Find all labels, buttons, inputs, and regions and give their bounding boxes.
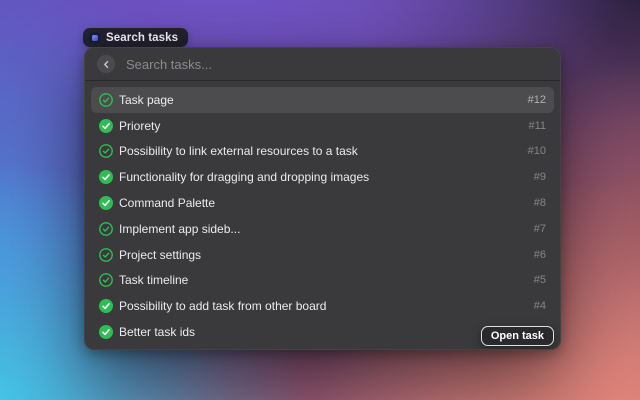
task-row[interactable]: Project settings #6 bbox=[91, 242, 554, 268]
task-row[interactable]: Command Palette #8 bbox=[91, 190, 554, 216]
check-circle-filled-icon bbox=[99, 299, 113, 313]
chevron-left-icon bbox=[102, 60, 111, 69]
task-id: #11 bbox=[528, 120, 546, 132]
check-circle-filled-icon bbox=[99, 119, 113, 133]
task-label: Project settings bbox=[119, 248, 528, 262]
task-id: #5 bbox=[534, 274, 546, 286]
search-tasks-button-label: Search tasks bbox=[106, 32, 178, 44]
task-label: Priorety bbox=[119, 119, 522, 133]
task-label: Task timeline bbox=[119, 273, 528, 287]
task-row[interactable]: Priorety #11 bbox=[91, 113, 554, 139]
task-id: #6 bbox=[534, 249, 546, 261]
task-label: Command Palette bbox=[119, 196, 528, 210]
task-row[interactable]: Functionality for dragging and dropping … bbox=[91, 164, 554, 190]
task-id: #12 bbox=[528, 94, 546, 106]
task-label: Possibility to add task from other board bbox=[119, 299, 528, 313]
check-circle-filled-icon bbox=[99, 196, 113, 210]
check-circle-filled-icon bbox=[99, 170, 113, 184]
task-label: Possibility to link external resources t… bbox=[119, 144, 522, 158]
task-row[interactable]: Task timeline #5 bbox=[91, 268, 554, 294]
check-circle-filled-icon bbox=[99, 325, 113, 339]
search-tasks-button[interactable]: Search tasks bbox=[83, 28, 188, 47]
task-id: #10 bbox=[528, 145, 546, 157]
task-label: Task page bbox=[119, 93, 522, 107]
check-circle-outline-icon bbox=[99, 144, 113, 158]
search-tasks-panel: Task page #12 Priorety #11 Possibility to li… bbox=[84, 47, 561, 350]
task-row[interactable]: Implement app sideb... #7 bbox=[91, 216, 554, 242]
open-task-button[interactable]: Open task bbox=[481, 326, 554, 346]
task-list: Task page #12 Priorety #11 Possibility to li… bbox=[85, 81, 560, 350]
check-circle-outline-icon bbox=[99, 93, 113, 107]
task-row[interactable]: Tighten authorization#2 bbox=[91, 345, 554, 350]
check-circle-outline-icon bbox=[99, 273, 113, 287]
check-circle-outline-icon bbox=[99, 222, 113, 236]
task-label: Implement app sideb... bbox=[119, 222, 528, 236]
task-id: #9 bbox=[534, 171, 546, 183]
app-logo-icon bbox=[89, 32, 100, 43]
task-label: Better task ids bbox=[119, 325, 528, 339]
task-row[interactable]: Possibility to link external resources t… bbox=[91, 139, 554, 165]
task-id: #8 bbox=[534, 197, 546, 209]
task-label: Functionality for dragging and dropping … bbox=[119, 170, 528, 184]
task-id: #4 bbox=[534, 300, 546, 312]
search-header bbox=[85, 48, 560, 81]
task-row[interactable]: Possibility to add task from other board… bbox=[91, 293, 554, 319]
back-button[interactable] bbox=[97, 55, 115, 73]
task-row[interactable]: Task page #12 bbox=[91, 87, 554, 113]
check-circle-outline-icon bbox=[99, 248, 113, 262]
task-id: #7 bbox=[534, 223, 546, 235]
search-input[interactable] bbox=[124, 56, 548, 73]
